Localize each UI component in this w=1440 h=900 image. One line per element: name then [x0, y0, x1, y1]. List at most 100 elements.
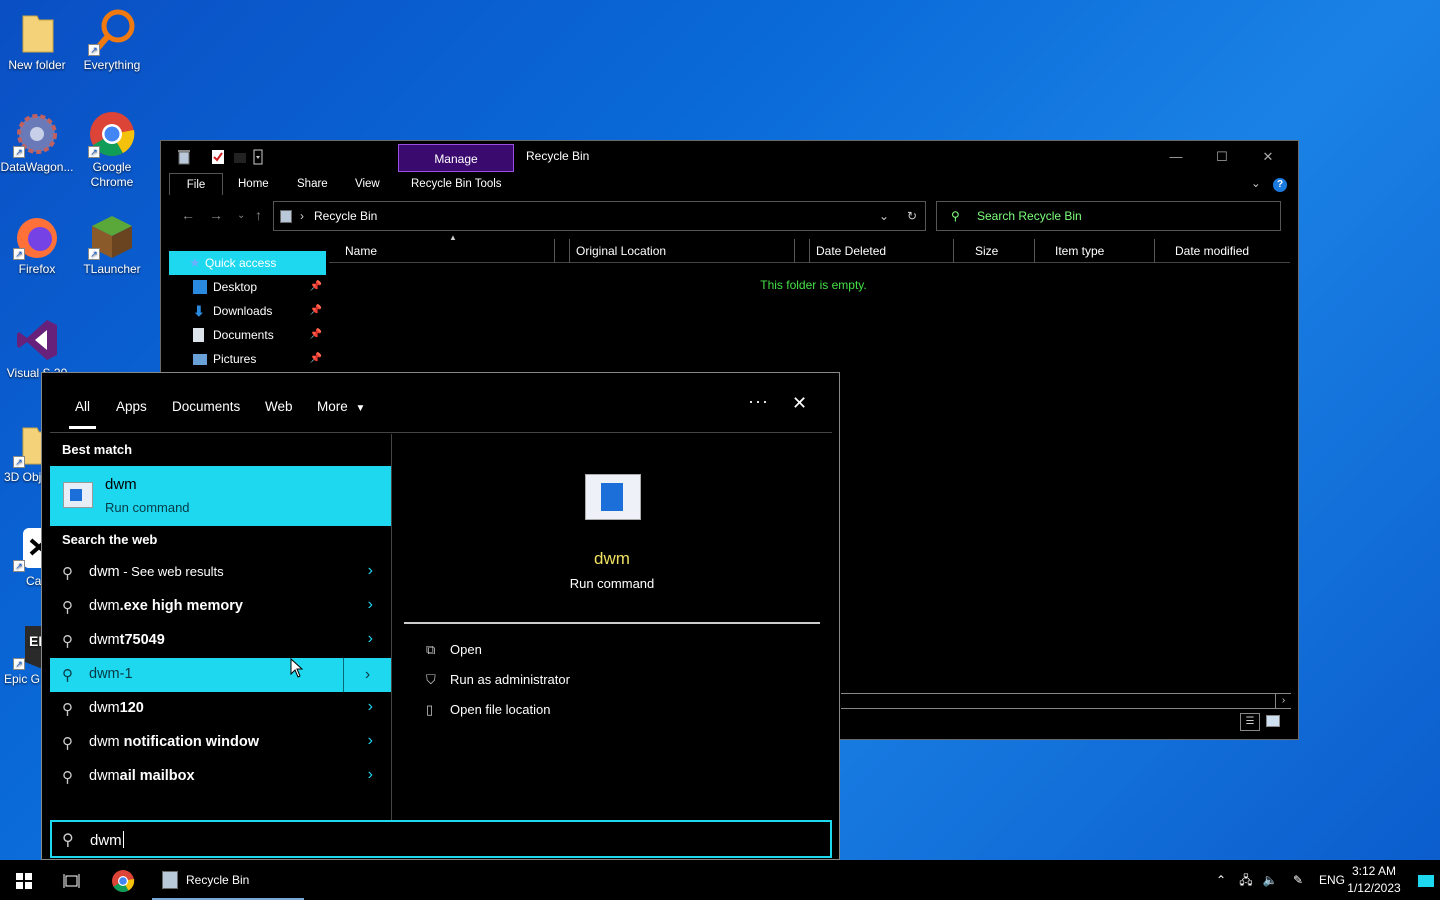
notification-box-icon — [1418, 874, 1434, 887]
web-result[interactable]: ⚲ dwmail mailbox › — [50, 760, 391, 794]
taskbar-chrome[interactable] — [100, 860, 146, 900]
recycle-bin-icon — [162, 871, 178, 889]
clock[interactable]: 3:12 AM 1/12/2023 — [1340, 860, 1408, 900]
web-result[interactable]: ⚲ dwm - See web results › — [50, 556, 391, 590]
chevron-right-icon[interactable]: › — [368, 562, 373, 580]
chevron-right-icon[interactable]: › — [368, 698, 373, 716]
customize-qa-icon[interactable] — [253, 149, 267, 165]
column-date-deleted[interactable]: Date Deleted — [809, 239, 954, 263]
desktop-icon-everything[interactable]: ↗ Everything — [75, 8, 149, 73]
breadcrumb-chevron-icon: › — [300, 209, 304, 223]
show-hidden-icons[interactable]: ⌃ — [1210, 860, 1232, 900]
back-icon[interactable]: ← — [181, 207, 195, 223]
column-name[interactable]: Name — [339, 239, 555, 263]
file-location-icon: ▯ — [426, 702, 434, 717]
nav-item-pictures[interactable]: Pictures 📌 — [169, 347, 326, 371]
magnifier-app-icon: ↗ — [88, 8, 136, 56]
chevron-right-icon[interactable]: › — [368, 732, 373, 750]
properties-icon[interactable] — [211, 149, 225, 165]
tab-documents[interactable]: Documents — [172, 399, 240, 414]
star-icon: ★ — [189, 255, 201, 270]
chevron-right-icon[interactable]: › — [368, 630, 373, 648]
tab-share[interactable]: Share — [297, 173, 328, 195]
horizontal-scrollbar[interactable]: › — [841, 693, 1291, 709]
recent-locations-icon[interactable]: ⌄ — [237, 210, 245, 221]
web-result-highlighted[interactable]: ⚲ dwm-1 › — [50, 657, 391, 692]
folder-icon — [13, 8, 61, 56]
breadcrumb[interactable]: Recycle Bin — [314, 202, 377, 230]
action-run-as-administrator[interactable]: ⛉ Run as administrator — [426, 672, 570, 688]
help-icon[interactable]: ? — [1273, 173, 1287, 195]
result-prefix: dwm — [89, 632, 120, 648]
task-view-button[interactable] — [50, 860, 94, 900]
web-result[interactable]: ⚲ dwm notification window › — [50, 726, 391, 760]
best-match-item[interactable]: dwm Run command — [50, 466, 391, 526]
close-window-button[interactable]: ✕ — [1245, 145, 1291, 169]
scroll-right-icon[interactable]: › — [1275, 694, 1291, 708]
notifications-icon[interactable] — [1412, 860, 1440, 900]
dropdown-arrow-icon: ▼ — [355, 403, 366, 414]
result-prefix: dwm — [89, 666, 120, 682]
manage-tab[interactable]: Manage — [398, 144, 514, 172]
up-icon[interactable]: ↑ — [255, 207, 262, 223]
view-buttons: ☰ — [1240, 713, 1286, 731]
result-suffix: t75049 — [119, 632, 165, 648]
nav-label: Quick access — [205, 256, 277, 270]
large-icons-view-icon[interactable] — [1266, 715, 1280, 727]
tab-all[interactable]: All — [68, 399, 97, 429]
nav-item-documents[interactable]: Documents 📌 — [169, 323, 326, 347]
web-result[interactable]: ⚲ dwm120 › — [50, 692, 391, 726]
desktop-icon-firefox[interactable]: ↗ Firefox — [0, 212, 74, 277]
chevron-right-icon[interactable]: › — [368, 596, 373, 614]
details-view-icon[interactable]: ☰ — [1240, 713, 1260, 731]
web-result[interactable]: ⚲ dwm.exe high memory › — [50, 590, 391, 624]
title-bar[interactable]: Manage Recycle Bin — ☐ ✕ — [161, 141, 1298, 173]
expand-ribbon-icon[interactable]: ⌄ — [1251, 173, 1261, 195]
chevron-right-icon[interactable]: › — [343, 658, 391, 692]
action-open[interactable]: ⧉ Open — [426, 642, 482, 658]
close-search-icon[interactable]: ✕ — [792, 393, 807, 414]
desktop-icon-google-chrome[interactable]: ↗ Google Chrome — [75, 110, 149, 190]
shortcut-arrow-icon: ↗ — [13, 248, 25, 260]
navigation-pane: ★ Quick access Desktop 📌 ⬇ Downloads 📌 D… — [169, 251, 326, 381]
column-size[interactable]: Size — [969, 239, 1035, 263]
tab-apps[interactable]: Apps — [116, 399, 147, 414]
desktop-icon-tlauncher[interactable]: ↗ TLauncher — [75, 212, 149, 277]
network-icon[interactable]: 🖧 — [1234, 860, 1258, 900]
search-input[interactable]: ⚲ dwm — [50, 820, 832, 858]
maximize-button[interactable]: ☐ — [1199, 145, 1245, 169]
volume-icon[interactable]: 🔈 — [1258, 860, 1282, 900]
column-date-modified[interactable]: Date modified — [1169, 239, 1289, 263]
forward-icon[interactable]: → — [209, 207, 223, 223]
tab-more[interactable]: More ▼ — [317, 399, 365, 414]
shortcut-arrow-icon: ↗ — [13, 146, 25, 158]
nav-quick-access[interactable]: ★ Quick access — [169, 251, 326, 275]
desktop-icon-datawagon[interactable]: ↗ DataWagon... — [0, 110, 74, 175]
start-button[interactable] — [0, 860, 48, 900]
desktop-icon-new-folder[interactable]: New folder — [0, 8, 74, 73]
more-options-icon[interactable]: ··· — [748, 391, 769, 412]
new-folder-qa-icon[interactable] — [233, 149, 247, 165]
tab-home[interactable]: Home — [238, 173, 269, 195]
refresh-icon[interactable]: ↻ — [907, 202, 917, 230]
best-match-heading: Best match — [62, 442, 133, 457]
chevron-right-icon[interactable]: › — [368, 766, 373, 784]
address-bar[interactable]: › Recycle Bin ⌄ ↻ — [273, 201, 926, 231]
document-icon — [193, 328, 204, 342]
tab-view[interactable]: View — [355, 173, 380, 195]
explorer-search-input[interactable]: ⚲ Search Recycle Bin — [936, 201, 1281, 231]
tab-recycle-bin-tools[interactable]: Recycle Bin Tools — [411, 173, 502, 195]
address-dropdown-icon[interactable]: ⌄ — [879, 202, 889, 230]
pen-icon[interactable]: ✎ — [1286, 860, 1310, 900]
gear-app-icon: ↗ — [13, 110, 61, 158]
taskbar-recycle-bin[interactable]: Recycle Bin — [152, 860, 304, 900]
pin-icon: 📌 — [309, 353, 322, 364]
nav-item-downloads[interactable]: ⬇ Downloads 📌 — [169, 299, 326, 323]
web-result[interactable]: ⚲ dwmt75049 › — [50, 624, 391, 658]
column-original-location[interactable]: Original Location — [569, 239, 795, 263]
minimize-button[interactable]: — — [1153, 145, 1199, 169]
tab-web[interactable]: Web — [265, 399, 293, 414]
action-open-file-location[interactable]: ▯ Open file location — [426, 702, 550, 718]
tab-file[interactable]: File — [169, 173, 223, 195]
column-item-type[interactable]: Item type — [1049, 239, 1155, 263]
